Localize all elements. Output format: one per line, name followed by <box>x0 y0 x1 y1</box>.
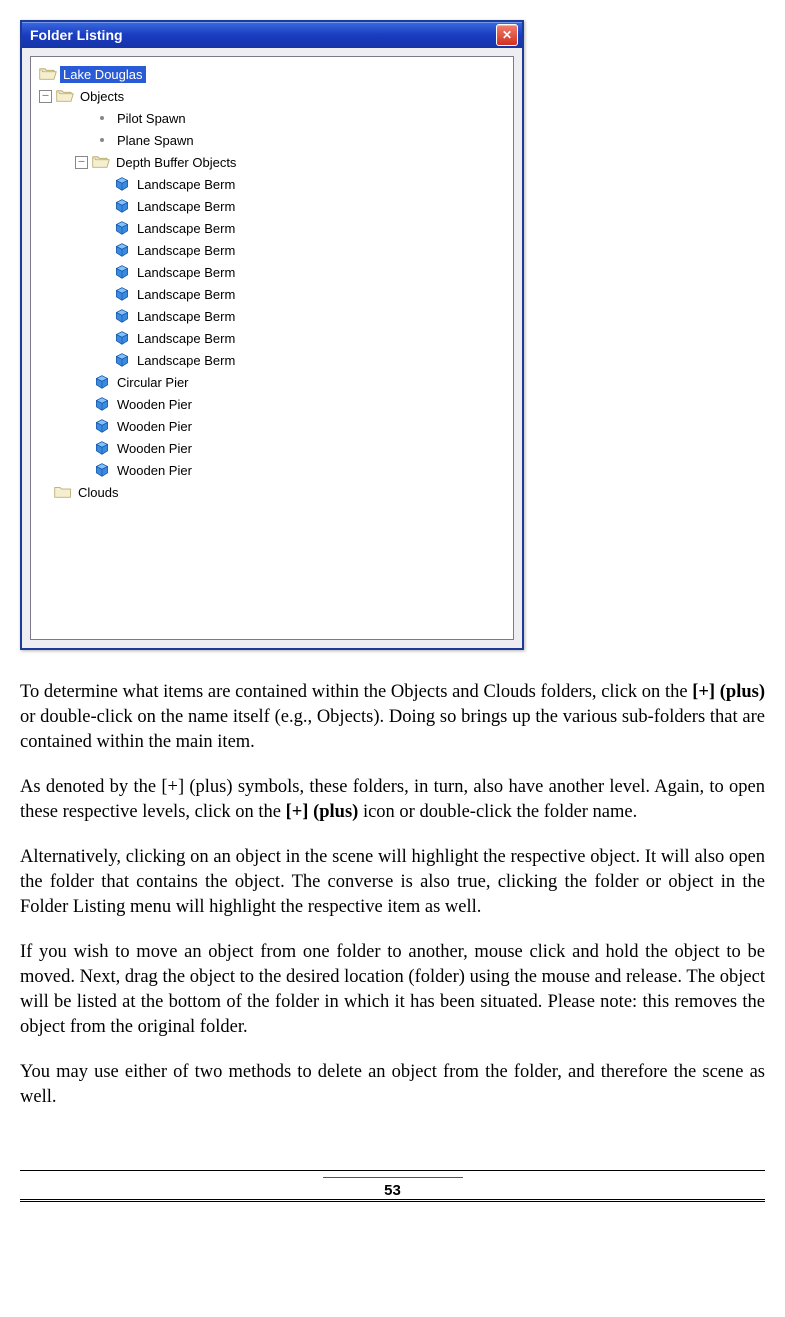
leaf-icon <box>93 110 111 126</box>
cube-icon <box>113 352 131 368</box>
cube-icon <box>113 242 131 258</box>
close-icon: ✕ <box>502 28 512 42</box>
cube-icon <box>93 374 111 390</box>
cube-icon <box>93 396 111 412</box>
tree-item-clouds[interactable]: Clouds <box>35 481 509 503</box>
cube-icon <box>113 198 131 214</box>
tree-label: Landscape Berm <box>134 264 238 281</box>
tree-item[interactable]: Landscape Berm <box>35 239 509 261</box>
tree-view[interactable]: Lake Douglas – Objects Pilot Spawn Plane… <box>30 56 514 640</box>
tree-label: Wooden Pier <box>114 418 195 435</box>
tree-label: Landscape Berm <box>134 308 238 325</box>
body-paragraph: Alternatively, clicking on an object in … <box>20 845 765 920</box>
tree-label: Landscape Berm <box>134 220 238 237</box>
folder-listing-window: Folder Listing ✕ Lake Douglas – Objects … <box>20 20 524 650</box>
cube-icon <box>113 176 131 192</box>
tree-item[interactable]: Landscape Berm <box>35 261 509 283</box>
tree-label: Landscape Berm <box>134 242 238 259</box>
collapse-toggle[interactable]: – <box>39 90 52 103</box>
tree-item[interactable]: Plane Spawn <box>35 129 509 151</box>
cube-icon <box>93 462 111 478</box>
window-titlebar[interactable]: Folder Listing ✕ <box>22 22 522 48</box>
tree-label: Landscape Berm <box>134 286 238 303</box>
tree-label: Objects <box>77 88 127 105</box>
window-title: Folder Listing <box>30 27 123 43</box>
body-paragraph: As denoted by the [+] (plus) symbols, th… <box>20 775 765 825</box>
tree-label: Landscape Berm <box>134 330 238 347</box>
cube-icon <box>93 440 111 456</box>
close-button[interactable]: ✕ <box>496 24 518 46</box>
tree-label: Landscape Berm <box>134 352 238 369</box>
tree-item[interactable]: Landscape Berm <box>35 327 509 349</box>
folder-open-icon <box>39 66 57 82</box>
body-paragraph: If you wish to move an object from one f… <box>20 940 765 1040</box>
tree-item[interactable]: Wooden Pier <box>35 459 509 481</box>
body-paragraph: You may use either of two methods to del… <box>20 1060 765 1110</box>
tree-label: Wooden Pier <box>114 462 195 479</box>
tree-item[interactable]: Wooden Pier <box>35 415 509 437</box>
tree-label: Circular Pier <box>114 374 192 391</box>
tree-label: Landscape Berm <box>134 198 238 215</box>
tree-item[interactable]: Circular Pier <box>35 371 509 393</box>
cube-icon <box>113 286 131 302</box>
folder-closed-icon <box>54 484 72 500</box>
body-paragraph: To determine what items are contained wi… <box>20 680 765 755</box>
cube-icon <box>113 264 131 280</box>
tree-item[interactable]: Landscape Berm <box>35 305 509 327</box>
cube-icon <box>113 330 131 346</box>
leaf-icon <box>93 132 111 148</box>
tree-item[interactable]: Landscape Berm <box>35 195 509 217</box>
cube-icon <box>113 220 131 236</box>
collapse-toggle[interactable]: – <box>75 156 88 169</box>
folder-open-icon <box>56 88 74 104</box>
tree-item-depth[interactable]: – Depth Buffer Objects <box>35 151 509 173</box>
tree-item[interactable]: Pilot Spawn <box>35 107 509 129</box>
tree-label: Lake Douglas <box>60 66 146 83</box>
tree-item-objects[interactable]: – Objects <box>35 85 509 107</box>
tree-label: Clouds <box>75 484 121 501</box>
tree-label: Depth Buffer Objects <box>113 154 239 171</box>
tree-item[interactable]: Wooden Pier <box>35 437 509 459</box>
tree-item[interactable]: Landscape Berm <box>35 217 509 239</box>
page-number: 53 <box>384 1182 401 1199</box>
tree-item[interactable]: Landscape Berm <box>35 283 509 305</box>
tree-item[interactable]: Landscape Berm <box>35 173 509 195</box>
cube-icon <box>113 308 131 324</box>
tree-label: Wooden Pier <box>114 396 195 413</box>
tree-item-root[interactable]: Lake Douglas <box>35 63 509 85</box>
page-footer: 53 <box>20 1170 765 1202</box>
tree-label: Pilot Spawn <box>114 110 189 127</box>
tree-item[interactable]: Wooden Pier <box>35 393 509 415</box>
tree-label: Plane Spawn <box>114 132 197 149</box>
folder-open-icon <box>92 154 110 170</box>
tree-item[interactable]: Landscape Berm <box>35 349 509 371</box>
tree-label: Landscape Berm <box>134 176 238 193</box>
cube-icon <box>93 418 111 434</box>
tree-label: Wooden Pier <box>114 440 195 457</box>
